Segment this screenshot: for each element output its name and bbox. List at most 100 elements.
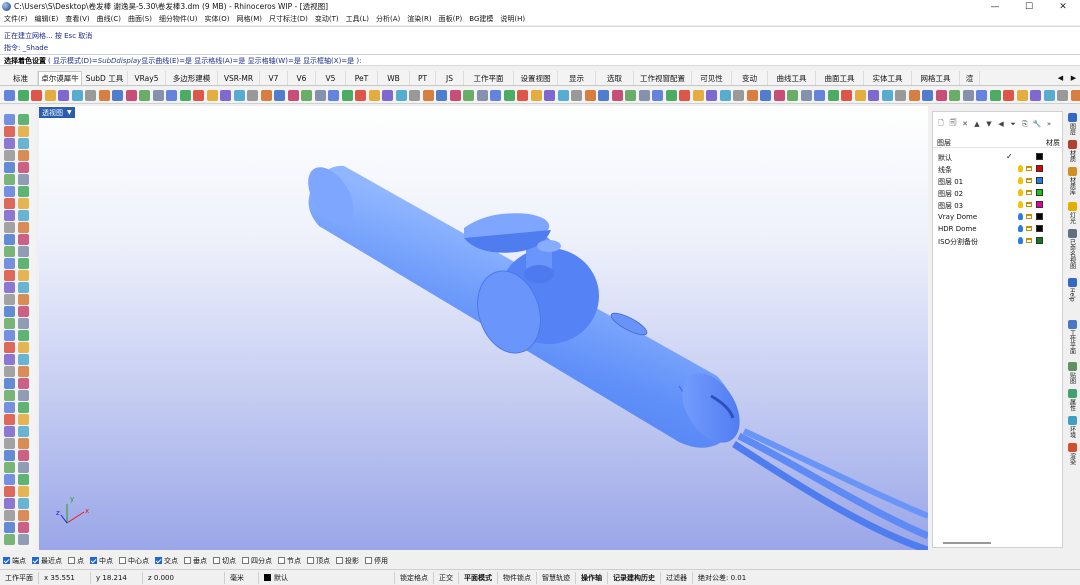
panel-tab[interactable]: 环境 xyxy=(1066,416,1078,438)
smarttrack-toggle[interactable]: 智慧轨迹 xyxy=(537,571,576,584)
tool-icon[interactable] xyxy=(814,89,825,101)
osnap-option[interactable]: 四分点 xyxy=(242,556,272,566)
tool-icon[interactable] xyxy=(4,390,15,401)
menu-item[interactable]: 文件(F) xyxy=(4,14,28,24)
menu-item[interactable]: 实体(O) xyxy=(205,14,230,24)
lock-icon[interactable] xyxy=(1026,178,1032,183)
tool-icon[interactable] xyxy=(949,89,960,101)
layer-tool-icon[interactable]: 🗐 xyxy=(949,119,957,128)
tool-icon[interactable] xyxy=(476,89,488,101)
tool-icon[interactable] xyxy=(18,318,29,329)
tool-icon[interactable] xyxy=(18,306,29,317)
tool-icon[interactable] xyxy=(18,462,29,473)
tool-icon[interactable] xyxy=(665,89,677,101)
layer-color-swatch[interactable] xyxy=(1036,237,1043,244)
tool-icon[interactable] xyxy=(4,89,15,101)
tool-icon[interactable] xyxy=(557,89,569,101)
lock-icon[interactable] xyxy=(1026,214,1032,219)
toolbar-tab[interactable]: 卓尔谟犀牛 xyxy=(38,71,82,85)
command-option[interactable]: 显示曲线(E)=是 显示格线(A)=是 显示格轴(W)=是 显示框轴(X)=是 … xyxy=(141,56,361,66)
tool-icon[interactable] xyxy=(18,414,29,425)
osnap-checkbox[interactable] xyxy=(155,557,162,564)
lock-icon[interactable] xyxy=(1026,226,1032,231)
menu-item[interactable]: 变动(T) xyxy=(315,14,339,24)
layer-tool-icon[interactable]: 🔧 xyxy=(1033,120,1042,128)
tool-icon[interactable] xyxy=(4,162,15,173)
lock-icon[interactable] xyxy=(1026,202,1032,207)
osnap-checkbox[interactable] xyxy=(3,557,10,564)
tool-icon[interactable] xyxy=(679,89,690,101)
tool-icon[interactable] xyxy=(18,426,29,437)
toolbar-tab[interactable]: VSR-MR xyxy=(218,71,260,85)
tool-icon[interactable] xyxy=(98,89,110,101)
osnap-option[interactable]: 交点 xyxy=(155,556,178,566)
tool-icon[interactable] xyxy=(962,89,974,101)
tool-icon[interactable] xyxy=(827,89,839,101)
tool-icon[interactable] xyxy=(328,89,339,101)
toolbar-tab[interactable]: SubD 工具 xyxy=(82,71,128,85)
tool-icon[interactable] xyxy=(18,330,29,341)
toolbar-tab[interactable]: 工作平面 xyxy=(464,71,514,85)
tool-icon[interactable] xyxy=(112,89,123,101)
tool-icon[interactable] xyxy=(841,89,852,101)
tool-icon[interactable] xyxy=(4,270,15,281)
tool-icon[interactable] xyxy=(544,89,555,101)
tool-icon[interactable] xyxy=(881,89,893,101)
tab-scroll-right-button[interactable]: ▶ xyxy=(1067,72,1080,84)
tool-icon[interactable] xyxy=(18,390,29,401)
lock-icon[interactable] xyxy=(1026,190,1032,195)
tool-icon[interactable] xyxy=(4,438,15,449)
tool-icon[interactable] xyxy=(4,234,15,245)
panel-tab[interactable]: 图层 xyxy=(1066,113,1078,135)
tool-icon[interactable] xyxy=(18,402,29,413)
tool-icon[interactable] xyxy=(854,89,866,101)
tool-icon[interactable] xyxy=(395,89,407,101)
tool-icon[interactable] xyxy=(584,89,596,101)
toolbar-tab[interactable]: V5 xyxy=(316,71,346,85)
tool-icon[interactable] xyxy=(4,126,15,137)
tool-icon[interactable] xyxy=(598,89,609,101)
osnap-checkbox[interactable] xyxy=(365,557,372,564)
osnap-checkbox[interactable] xyxy=(242,557,249,564)
layer-row[interactable]: 图层 03 xyxy=(933,199,1064,211)
history-toggle[interactable]: 记录建构历史 xyxy=(608,571,661,584)
layer-tool-icon[interactable]: ▲ xyxy=(973,120,981,128)
tool-icon[interactable] xyxy=(409,89,420,101)
tool-icon[interactable] xyxy=(787,89,798,101)
tool-icon[interactable] xyxy=(152,89,164,101)
lock-icon[interactable] xyxy=(1026,238,1032,243)
panel-tab[interactable]: 贴图 xyxy=(1066,362,1078,384)
tool-icon[interactable] xyxy=(4,522,15,533)
tool-icon[interactable] xyxy=(18,222,29,233)
tool-icon[interactable] xyxy=(1070,89,1080,101)
osnap-option[interactable]: 节点 xyxy=(278,556,301,566)
tool-icon[interactable] xyxy=(179,89,191,101)
tool-icon[interactable] xyxy=(18,150,29,161)
tool-icon[interactable] xyxy=(719,89,731,101)
menu-item[interactable]: 面板(P) xyxy=(439,14,463,24)
tool-icon[interactable] xyxy=(4,450,15,461)
tool-icon[interactable] xyxy=(4,414,15,425)
osnap-checkbox[interactable] xyxy=(90,557,97,564)
tool-icon[interactable] xyxy=(382,89,393,101)
tool-icon[interactable] xyxy=(4,174,15,185)
tool-icon[interactable] xyxy=(220,89,231,101)
tool-icon[interactable] xyxy=(449,89,461,101)
layer-row[interactable]: 图层 01 xyxy=(933,175,1064,187)
ortho-toggle[interactable]: 正交 xyxy=(434,571,459,584)
tool-icon[interactable] xyxy=(18,522,29,533)
osnap-checkbox[interactable] xyxy=(32,557,39,564)
tool-icon[interactable] xyxy=(517,89,528,101)
osnap-checkbox[interactable] xyxy=(307,557,314,564)
tool-icon[interactable] xyxy=(463,89,474,101)
tool-icon[interactable] xyxy=(4,402,15,413)
toolbar-tab[interactable]: JS xyxy=(436,71,464,85)
lock-icon[interactable] xyxy=(1026,166,1032,171)
menu-item[interactable]: 尺寸标注(D) xyxy=(269,14,308,24)
tool-icon[interactable] xyxy=(85,89,96,101)
layer-color-swatch[interactable] xyxy=(1036,177,1043,184)
layer-tool-icon[interactable]: ◀ xyxy=(997,120,1005,128)
tool-icon[interactable] xyxy=(4,222,15,233)
tool-icon[interactable] xyxy=(4,138,15,149)
layer-tool-icon[interactable]: ⎘ xyxy=(1021,120,1029,128)
